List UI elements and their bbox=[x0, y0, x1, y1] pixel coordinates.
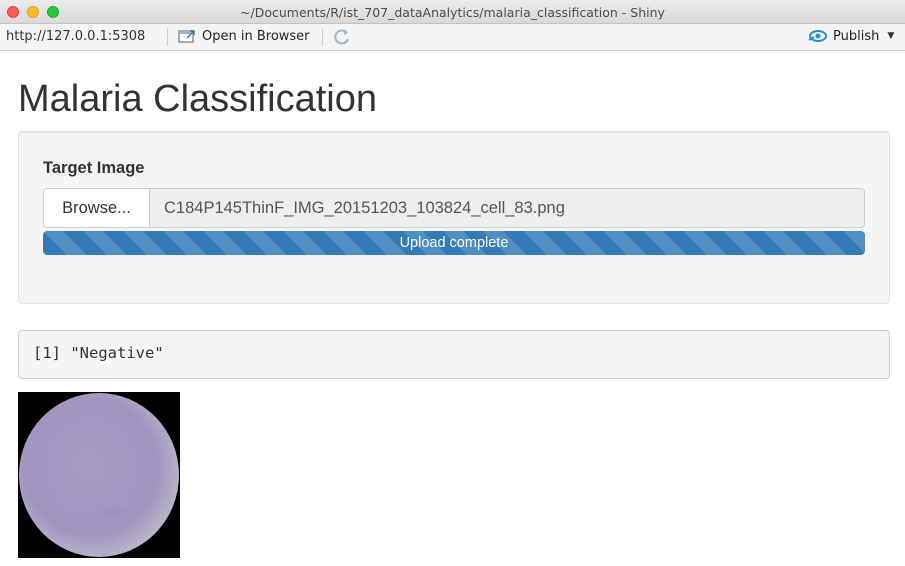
publish-label: Publish bbox=[833, 28, 880, 44]
chevron-down-icon[interactable]: ▼ bbox=[887, 31, 894, 41]
toolbar-divider bbox=[167, 28, 168, 46]
window-title-bar: ~/Documents/R/ist_707_dataAnalytics/mala… bbox=[0, 0, 905, 24]
open-in-browser-label: Open in Browser bbox=[202, 28, 310, 44]
prediction-output: [1] "Negative" bbox=[18, 330, 890, 379]
file-input-label: Target Image bbox=[43, 159, 145, 177]
filename-field[interactable] bbox=[150, 189, 864, 227]
url-label: http://127.0.0.1:5308 bbox=[6, 29, 146, 44]
refresh-icon bbox=[334, 29, 350, 45]
publish-button[interactable]: Publish ▼ bbox=[808, 28, 894, 44]
viewer-toolbar: http://127.0.0.1:5308 Open in Browser Pu… bbox=[0, 24, 905, 51]
window-title: ~/Documents/R/ist_707_dataAnalytics/mala… bbox=[240, 5, 665, 20]
input-panel: Target Image Browse... Upload complete bbox=[18, 131, 890, 304]
open-in-browser-icon bbox=[178, 30, 195, 43]
upload-progress-bar: Upload complete bbox=[43, 231, 865, 255]
file-input-group: Browse... bbox=[43, 188, 865, 228]
open-in-browser-button[interactable]: Open in Browser bbox=[178, 28, 310, 44]
refresh-button[interactable] bbox=[332, 27, 352, 51]
toolbar-divider bbox=[322, 28, 323, 46]
upload-progress: Upload complete bbox=[43, 231, 865, 255]
browse-button[interactable]: Browse... bbox=[44, 189, 150, 227]
publish-icon bbox=[808, 30, 827, 42]
page-title: Malaria Classification bbox=[18, 78, 378, 120]
cell-image bbox=[18, 392, 180, 558]
